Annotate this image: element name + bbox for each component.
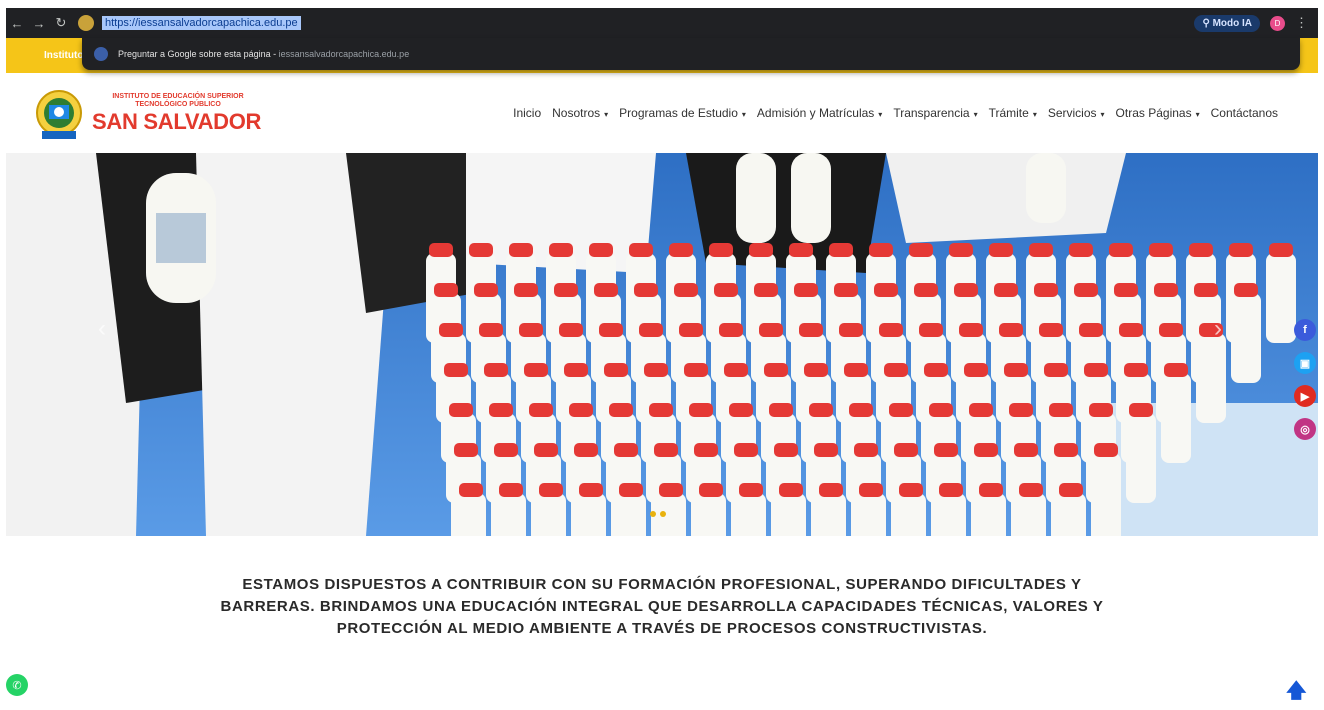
modo-ia-button[interactable]: ⚲ Modo IA <box>1194 14 1260 32</box>
nav-item-inicio[interactable]: Inicio <box>513 106 541 120</box>
institute-logo[interactable] <box>34 85 84 145</box>
caret-down-icon: ▾ <box>973 110 978 119</box>
youtube-icon[interactable]: ▶ <box>1294 385 1316 407</box>
nav-item-label: Inicio <box>513 106 542 120</box>
slider-indicators <box>650 511 666 517</box>
modo-ia-label: Modo IA <box>1212 17 1252 29</box>
nav-item-label: Nosotros <box>552 106 601 120</box>
suggestion-text: Preguntar a Google sobre esta página - i… <box>118 49 410 59</box>
browser-toolbar: ← → ↻ https://iessansalvadorcapachica.ed… <box>6 8 1318 38</box>
nav-item-label: Transparencia <box>893 106 970 120</box>
scroll-to-top-icon[interactable]: 🡅 <box>1286 676 1307 710</box>
sparkle-search-icon: ⚲ <box>1202 17 1213 29</box>
nav-item-admisión-y-matrículas[interactable]: Admisión y Matrículas ▾ <box>757 106 882 120</box>
nav-item-label: Otras Páginas <box>1115 106 1192 120</box>
profile-avatar[interactable]: D <box>1270 15 1285 31</box>
nav-item-transparencia[interactable]: Transparencia ▾ <box>893 106 977 120</box>
caret-down-icon: ▾ <box>741 110 746 119</box>
brand-title[interactable]: SAN SALVADOR <box>92 109 261 135</box>
caret-down-icon: ▾ <box>604 110 609 119</box>
nav-item-label: Programas de Estudio <box>619 106 738 120</box>
forward-icon[interactable]: → <box>28 16 50 31</box>
facebook-icon[interactable]: f <box>1294 319 1316 341</box>
caret-down-icon: ▾ <box>1032 110 1037 119</box>
nav-item-label: Servicios <box>1047 106 1097 120</box>
nav-item-trámite[interactable]: Trámite ▾ <box>989 106 1037 120</box>
omnibox-suggestion[interactable]: Preguntar a Google sobre esta página - i… <box>82 38 1300 70</box>
nav-item-programas-de-estudio[interactable]: Programas de Estudio ▾ <box>619 106 746 120</box>
hero-slider: ‹ › <box>6 153 1318 536</box>
nav-item-label: Admisión y Matrículas <box>756 106 875 120</box>
more-menu-icon[interactable]: ⋮ <box>1295 15 1308 31</box>
twitter-icon[interactable]: ▣ <box>1294 352 1316 374</box>
reload-icon[interactable]: ↻ <box>50 15 72 31</box>
slider-dot[interactable] <box>660 511 666 517</box>
main-nav: Inicio Nosotros ▾ Programas de Estudio ▾ Admi… <box>513 106 1278 120</box>
whatsapp-icon[interactable]: ✆ <box>6 674 28 696</box>
nav-item-otras-páginas[interactable]: Otras Páginas ▾ <box>1116 106 1200 120</box>
nav-item-contáctanos[interactable]: Contáctanos <box>1211 106 1278 120</box>
instagram-icon[interactable]: ◎ <box>1294 418 1316 440</box>
slider-prev-icon[interactable]: ‹ <box>98 315 106 343</box>
site-favicon-icon <box>78 15 94 31</box>
hero-image <box>6 153 1318 536</box>
slider-next-icon[interactable]: › <box>1214 315 1222 343</box>
caret-down-icon: ▾ <box>878 110 883 119</box>
topbar-left-text: Instituto <box>44 50 84 61</box>
back-icon[interactable]: ← <box>6 16 28 31</box>
google-lens-icon <box>94 47 108 61</box>
address-bar[interactable]: https://iessansalvadorcapachica.edu.pe <box>102 16 301 30</box>
site-header: INSTITUTO DE EDUCACIÓN SUPERIOR TECNOLÓG… <box>6 73 1318 153</box>
nav-item-nosotros[interactable]: Nosotros ▾ <box>552 106 608 120</box>
nav-item-label: Contáctanos <box>1210 106 1278 120</box>
suggestion-domain: iessansalvadorcapachica.edu.pe <box>278 49 410 59</box>
caret-down-icon: ▾ <box>1195 110 1200 119</box>
mission-statement: ESTAMOS DISPUESTOS A CONTRIBUIR CON SU F… <box>220 576 1104 637</box>
nav-item-label: Trámite <box>988 106 1029 120</box>
caret-down-icon: ▾ <box>1100 110 1105 119</box>
nav-item-servicios[interactable]: Servicios ▾ <box>1048 106 1105 120</box>
brand-subtitle: INSTITUTO DE EDUCACIÓN SUPERIOR TECNOLÓG… <box>112 93 244 108</box>
suggestion-prefix: Preguntar a Google sobre esta página <box>118 49 271 59</box>
slider-dot[interactable] <box>650 511 656 517</box>
